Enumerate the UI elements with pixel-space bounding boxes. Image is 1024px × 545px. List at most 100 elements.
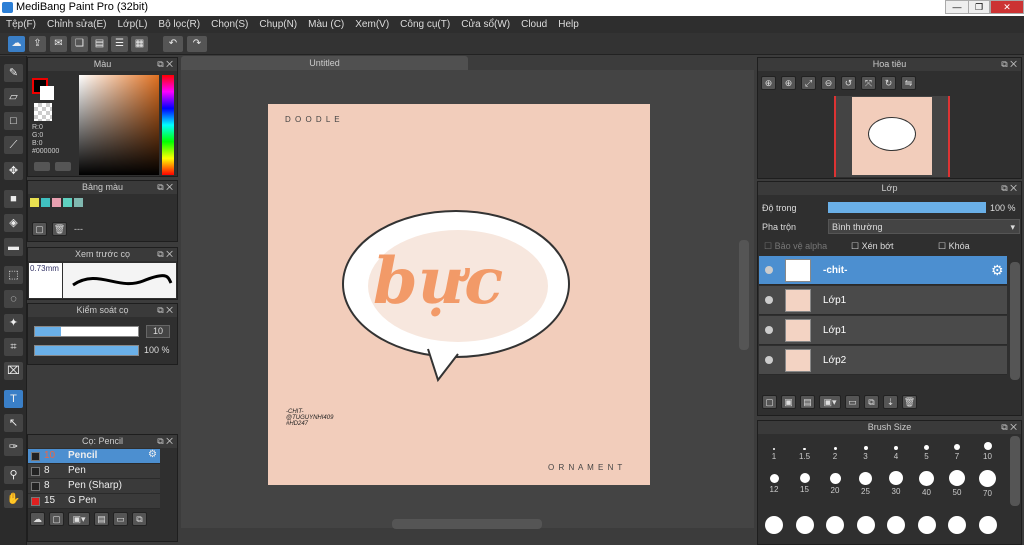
brush-size-option[interactable]: 30 (881, 468, 911, 498)
select-pen-icon[interactable]: ⌗ (4, 338, 23, 356)
palette-swatch[interactable] (52, 198, 61, 207)
layer-visibility-icon[interactable] (765, 356, 773, 364)
brush-item-pencil[interactable]: 10 Pencil ⚙ (28, 449, 160, 464)
rectangle-tool-icon[interactable]: □ (4, 112, 23, 130)
new-palette-icon[interactable]: ▢ (32, 222, 47, 236)
layer-row-lop1-a[interactable]: Lớp1 (759, 286, 1007, 315)
select-eraser-icon[interactable]: ⌧ (4, 362, 23, 380)
add-brush-cloud-icon[interactable]: ☁ (30, 512, 45, 526)
color-swap-button[interactable] (55, 162, 71, 171)
chat-icon[interactable]: ✉ (50, 36, 67, 52)
brush-size-option[interactable]: 3 (851, 436, 881, 466)
color-mode-button[interactable] (34, 162, 50, 171)
menu-cloud[interactable]: Cloud (521, 19, 547, 30)
brush-size-option[interactable] (851, 512, 881, 542)
merge-layer-icon[interactable]: ⇣ (883, 395, 898, 409)
palette-swatch[interactable] (41, 198, 50, 207)
brush-size-option[interactable]: 1 (759, 436, 789, 466)
menu-capture[interactable]: Chụp(N) (259, 19, 297, 30)
panel-controls-icon[interactable]: ⧉ ✕ (1001, 58, 1017, 71)
brush-size-option[interactable]: 4 (881, 436, 911, 466)
smudge-tool-icon[interactable]: ✑ (4, 438, 23, 456)
palette-swatch[interactable] (63, 198, 72, 207)
brush-size-option[interactable] (881, 512, 911, 542)
brush-size-option[interactable] (912, 512, 942, 542)
layer-visibility-icon[interactable] (765, 266, 773, 274)
layer-visibility-icon[interactable] (765, 296, 773, 304)
panel-controls-icon[interactable]: ⧉ ✕ (1001, 421, 1017, 434)
rotate-right-icon[interactable]: ↻ (881, 76, 896, 90)
hue-slider[interactable] (162, 75, 174, 175)
panel-controls-icon[interactable]: ⧉ ✕ (157, 58, 173, 71)
background-color[interactable] (40, 86, 54, 100)
panel-controls-icon[interactable]: ⧉ ✕ (157, 304, 173, 317)
brush-size-slider[interactable] (34, 326, 139, 337)
upload-icon[interactable]: ⇪ (29, 36, 46, 52)
grid-icon[interactable]: ▦ (131, 36, 148, 52)
lasso-icon[interactable]: ◌ (4, 290, 23, 308)
new-layer-icon[interactable]: ▢ (762, 395, 777, 409)
move-tool-icon[interactable]: ✥ (4, 162, 23, 180)
panel-controls-icon[interactable]: ⧉ ✕ (157, 181, 173, 194)
layer-folder-icon[interactable]: ▭ (845, 395, 860, 409)
brush-item-pen[interactable]: 8 Pen (28, 464, 160, 479)
gradient-tool-icon[interactable]: ▬ (4, 238, 23, 256)
brush-size-option[interactable]: 2 (820, 436, 850, 466)
reset-rotation-icon[interactable]: ⤧ (861, 76, 876, 90)
brush-size-option[interactable] (820, 512, 850, 542)
menu-select[interactable]: Chọn(S) (211, 19, 248, 30)
blend-mode-select[interactable]: Bình thường ▾ (828, 219, 1020, 234)
new-8bit-layer-icon[interactable]: ▤ (800, 395, 815, 409)
brush-size-option[interactable]: 7 (942, 436, 972, 466)
clipping-checkbox[interactable]: ☐ Xén bớt (851, 241, 894, 252)
navigator-view[interactable] (834, 96, 950, 177)
transparent-color[interactable] (34, 103, 52, 121)
layer-scrollbar[interactable] (1010, 262, 1020, 380)
layer-settings-gear-icon[interactable]: ⚙ (991, 262, 1004, 279)
menu-layer[interactable]: Lớp(L) (118, 19, 148, 30)
layer-visibility-icon[interactable] (765, 326, 773, 334)
brush-size-value[interactable]: 10 (146, 325, 170, 338)
brush-size-option[interactable] (759, 512, 789, 542)
rotate-left-icon[interactable]: ↺ (841, 76, 856, 90)
menu-edit[interactable]: Chỉnh sửa(E) (47, 19, 107, 30)
brush-tool-icon[interactable]: ✎ (4, 64, 23, 82)
undo-icon[interactable]: ↶ (163, 36, 183, 52)
saturation-value-picker[interactable] (79, 75, 159, 175)
panel-controls-icon[interactable]: ⧉ ✕ (157, 435, 173, 448)
text-tool-icon[interactable]: T (4, 390, 23, 408)
panel-controls-icon[interactable]: ⧉ ✕ (1001, 182, 1017, 195)
add-layer-menu-icon[interactable]: ▣▾ (819, 395, 841, 409)
pen-path-tool-icon[interactable]: ⟋ (4, 136, 23, 154)
palette-swatch[interactable] (30, 198, 39, 207)
brush-item-g-pen[interactable]: 15 G Pen (28, 494, 160, 509)
brush-opacity-slider[interactable] (34, 345, 139, 356)
protect-alpha-checkbox[interactable]: ☐ Bảo vệ alpha (764, 241, 827, 252)
eyedropper-icon[interactable]: ⚲ (4, 466, 23, 484)
magic-wand-icon[interactable]: ✦ (4, 314, 23, 332)
fill-rect-tool-icon[interactable]: ■ (4, 190, 23, 208)
brush-size-option[interactable] (790, 512, 820, 542)
lock-checkbox[interactable]: ☐ Khóa (938, 241, 970, 252)
horizontal-scrollbar[interactable] (392, 519, 542, 529)
duplicate-layer-icon[interactable]: ⧉ (864, 395, 879, 409)
brush-item-pen-sharp[interactable]: 8 Pen (Sharp) (28, 479, 160, 494)
brush-folder-icon[interactable]: ▭ (113, 512, 128, 526)
brush-size-option[interactable]: 25 (851, 468, 881, 498)
brush-size-option[interactable]: 5 (912, 436, 942, 466)
bucket-tool-icon[interactable]: ◈ (4, 214, 23, 232)
layer-row-lop2[interactable]: Lớp2 (759, 346, 1007, 375)
menu-filter[interactable]: Bộ lọc(R) (158, 19, 200, 30)
layer-row-chit[interactable]: -chit- ⚙ (759, 256, 1007, 285)
cloud-icon[interactable]: ☁ (8, 36, 25, 52)
brush-size-option[interactable]: 50 (942, 468, 972, 498)
new-brush-icon[interactable]: ▢ (49, 512, 64, 526)
brush-size-option[interactable]: 1.5 (790, 436, 820, 466)
menu-view[interactable]: Xem(V) (355, 19, 389, 30)
list-icon[interactable]: ☰ (111, 36, 128, 52)
close-button[interactable]: ✕ (990, 0, 1024, 14)
menu-window[interactable]: Cửa sổ(W) (461, 19, 510, 30)
brush-size-option[interactable]: 15 (790, 468, 820, 498)
add-brush-menu-icon[interactable]: ▣▾ (68, 512, 90, 526)
eraser-tool-icon[interactable]: ▱ (4, 88, 23, 106)
